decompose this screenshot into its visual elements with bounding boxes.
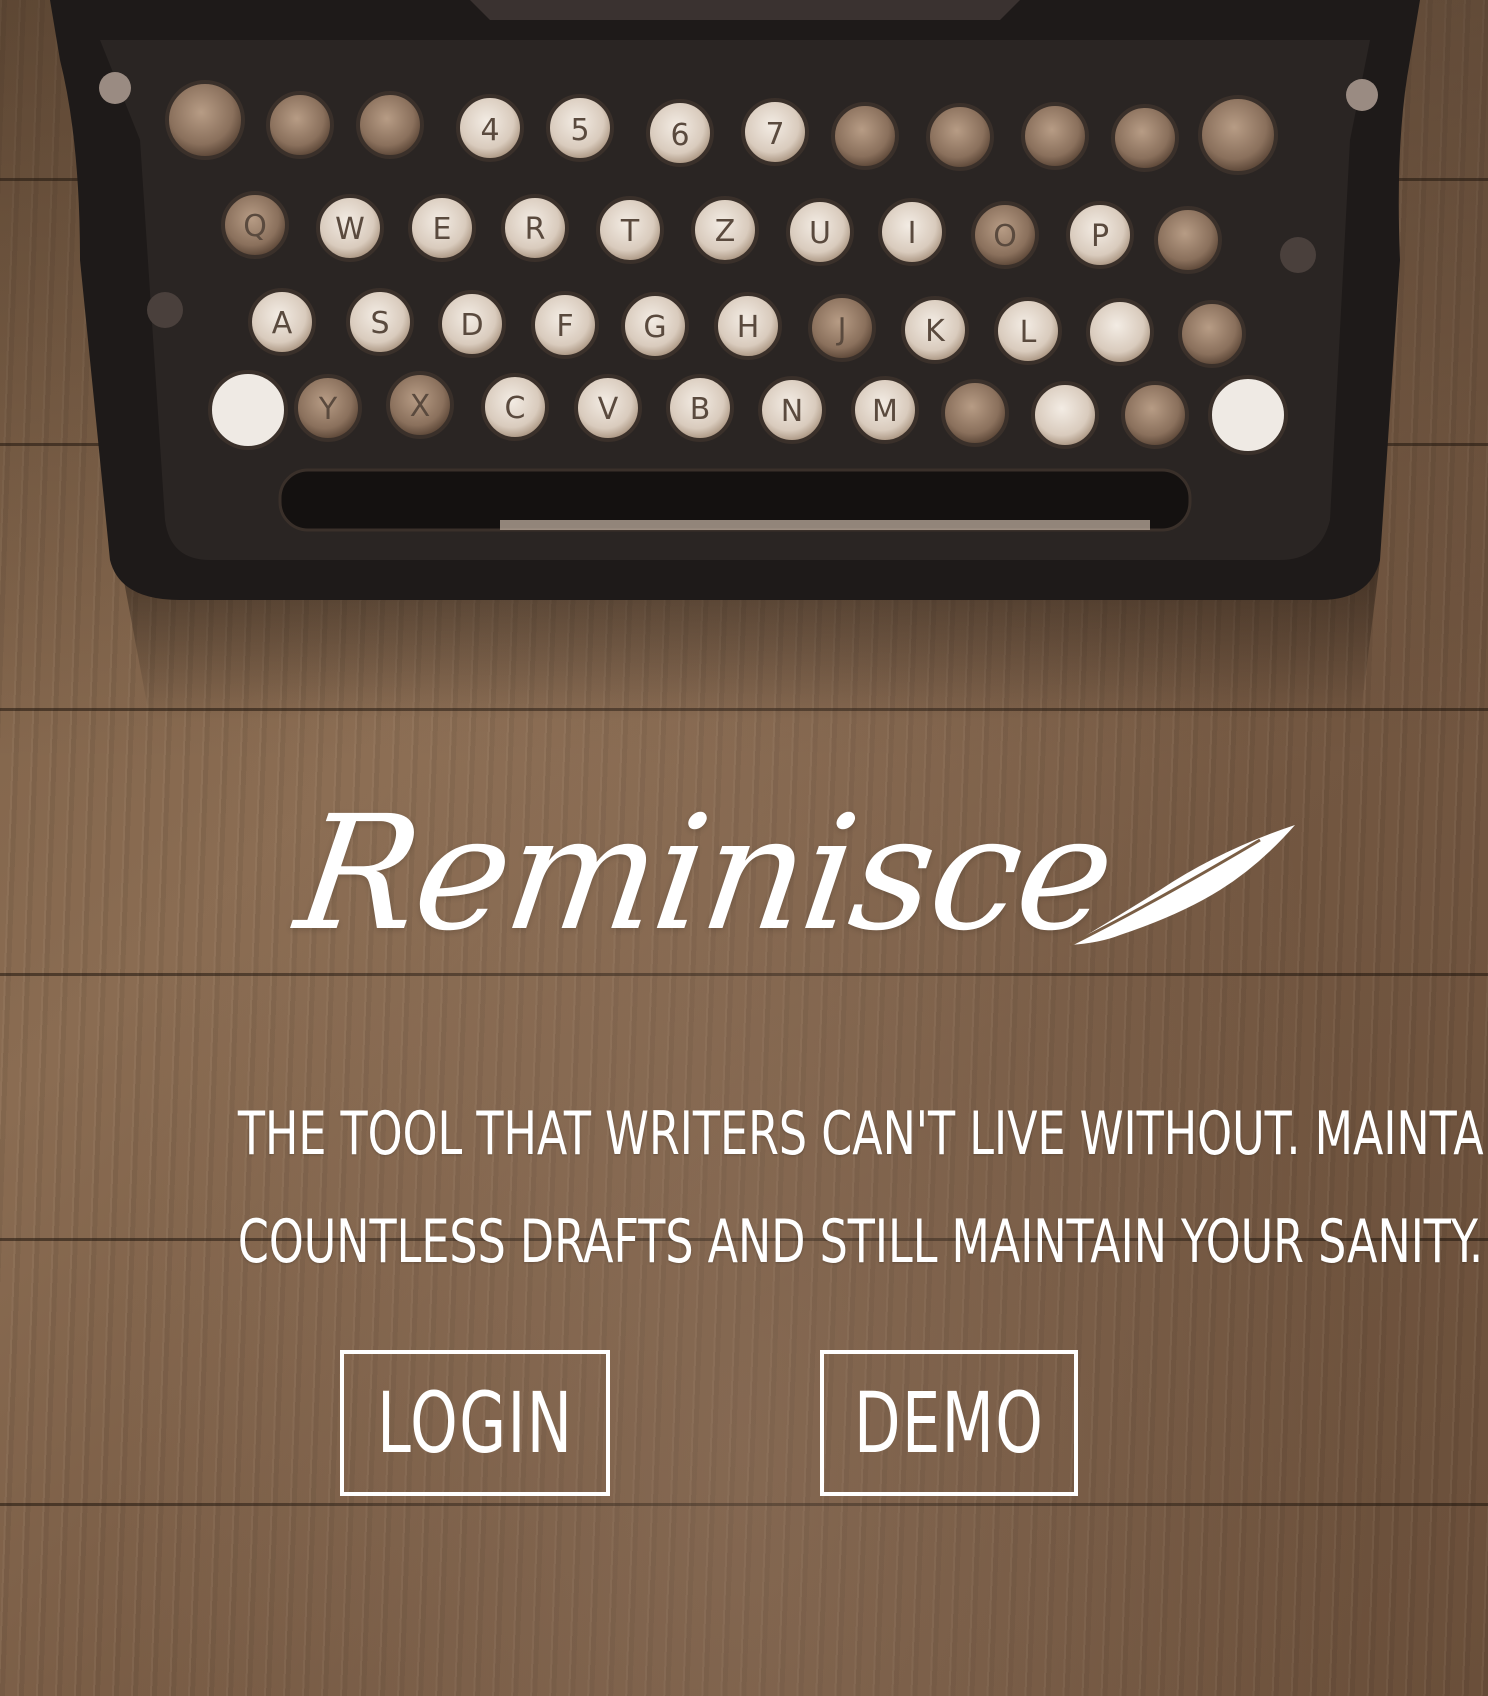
svg-text:L: L — [1020, 315, 1037, 350]
quill-icon — [1069, 825, 1295, 947]
svg-text:O: O — [993, 219, 1017, 254]
svg-text:K: K — [925, 314, 946, 349]
svg-text:U: U — [809, 216, 831, 251]
svg-text:J: J — [836, 312, 847, 347]
tagline: The tool that writers can't live without… — [237, 1080, 1488, 1296]
svg-text:T: T — [620, 214, 640, 249]
svg-text:M: M — [872, 394, 898, 429]
svg-text:D: D — [460, 308, 483, 343]
svg-text:Y: Y — [318, 392, 338, 427]
svg-text:V: V — [598, 392, 619, 427]
svg-text:S: S — [370, 306, 389, 341]
svg-text:B: B — [690, 392, 711, 427]
svg-text:R: R — [525, 212, 546, 247]
svg-text:A: A — [272, 306, 293, 341]
svg-text:I: I — [908, 216, 917, 251]
tagline-line-2: countless drafts and still maintain your… — [237, 1207, 1484, 1277]
svg-text:5: 5 — [570, 113, 589, 148]
svg-text:P: P — [1091, 219, 1109, 254]
svg-text:N: N — [781, 394, 803, 429]
svg-text:Z: Z — [715, 214, 736, 249]
svg-text:4: 4 — [480, 113, 499, 148]
svg-text:C: C — [505, 391, 526, 426]
login-button-label: LOGIN — [376, 1374, 574, 1472]
typewriter-illustration: 4 5 6 7 Q W E R T Z U I O P A S D F G H J K L Y X C V B N M — [50, 0, 1420, 720]
logo-text: Reminisce — [287, 782, 1124, 966]
svg-text:6: 6 — [670, 118, 689, 153]
svg-text:H: H — [737, 310, 760, 345]
svg-text:X: X — [410, 389, 431, 424]
demo-button[interactable]: DEMO — [820, 1350, 1078, 1496]
svg-text:G: G — [643, 310, 666, 345]
svg-text:W: W — [335, 212, 365, 247]
svg-text:E: E — [433, 212, 452, 247]
svg-text:F: F — [556, 309, 573, 344]
app-logo: Reminisce — [280, 782, 1300, 1015]
svg-text:7: 7 — [765, 117, 784, 152]
demo-button-label: DEMO — [853, 1374, 1045, 1472]
tagline-line-1: The tool that writers can't live without… — [237, 1099, 1488, 1169]
login-button[interactable]: LOGIN — [340, 1350, 610, 1496]
svg-text:Q: Q — [243, 209, 267, 244]
